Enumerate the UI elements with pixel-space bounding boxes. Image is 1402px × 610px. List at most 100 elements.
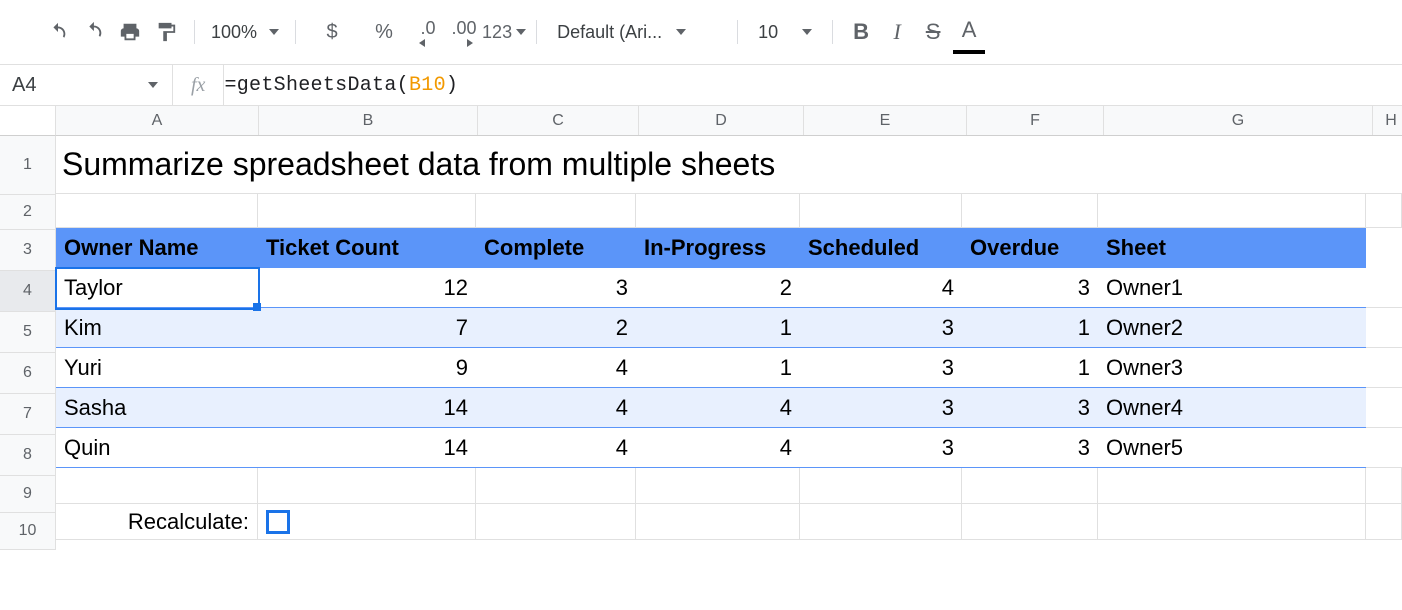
cell[interactable]: Kim	[56, 308, 258, 348]
number-format-dropdown[interactable]: 123	[482, 14, 526, 50]
cell[interactable]: 1	[962, 348, 1098, 388]
cell[interactable]: 3	[962, 268, 1098, 308]
row-header-2[interactable]: 2	[0, 195, 55, 230]
column-header-F[interactable]: F	[967, 106, 1104, 135]
cell[interactable]: Quin	[56, 428, 258, 468]
cell[interactable]	[1366, 194, 1402, 228]
cell[interactable]: 3	[962, 388, 1098, 428]
cell[interactable]: 3	[962, 428, 1098, 468]
cell[interactable]: 4	[800, 268, 962, 308]
cell[interactable]: 3	[800, 428, 962, 468]
cell[interactable]: 7	[258, 308, 476, 348]
cell[interactable]	[258, 504, 476, 540]
row-header-10[interactable]: 10	[0, 513, 55, 550]
cell[interactable]	[476, 504, 636, 540]
undo-button[interactable]	[40, 14, 76, 50]
cell[interactable]: 14	[258, 428, 476, 468]
cell[interactable]	[800, 504, 962, 540]
name-box[interactable]: A4	[0, 65, 172, 105]
row-header-3[interactable]: 3	[0, 230, 55, 271]
cell[interactable]	[636, 194, 800, 228]
cell[interactable]	[962, 504, 1098, 540]
table-header[interactable]: Complete	[476, 228, 636, 268]
cell[interactable]: 1	[636, 348, 800, 388]
row-header-5[interactable]: 5	[0, 312, 55, 353]
cell[interactable]	[1098, 504, 1366, 540]
cell[interactable]: 9	[258, 348, 476, 388]
cell[interactable]: 2	[476, 308, 636, 348]
cell[interactable]: 12	[258, 268, 476, 308]
increase-decimal-button[interactable]: .00	[446, 14, 482, 50]
text-color-button[interactable]: A	[951, 12, 987, 52]
cell[interactable]: 3	[476, 268, 636, 308]
column-header-B[interactable]: B	[259, 106, 478, 135]
cell[interactable]	[1366, 228, 1402, 268]
cell[interactable]: 1	[962, 308, 1098, 348]
cell[interactable]: Taylor	[56, 268, 258, 308]
column-header-H[interactable]: H	[1373, 106, 1402, 135]
row-header-1[interactable]: 1	[0, 136, 55, 195]
cell[interactable]: Yuri	[56, 348, 258, 388]
column-header-G[interactable]: G	[1104, 106, 1373, 135]
redo-button[interactable]	[76, 14, 112, 50]
cell[interactable]: 4	[636, 388, 800, 428]
cell[interactable]: Owner2	[1098, 308, 1366, 348]
cell[interactable]	[1366, 468, 1402, 504]
table-header[interactable]: Owner Name	[56, 228, 258, 268]
cell[interactable]	[800, 194, 962, 228]
cell[interactable]	[962, 468, 1098, 504]
table-header[interactable]: Scheduled	[800, 228, 962, 268]
font-size-dropdown[interactable]: 10	[748, 22, 822, 43]
cell[interactable]	[636, 468, 800, 504]
cell[interactable]: Owner3	[1098, 348, 1366, 388]
page-title[interactable]: Summarize spreadsheet data from multiple…	[56, 136, 1402, 194]
print-button[interactable]	[112, 14, 148, 50]
zoom-dropdown[interactable]: 100%	[205, 22, 285, 43]
cell[interactable]	[1366, 388, 1402, 428]
cell[interactable]	[56, 468, 258, 504]
italic-button[interactable]: I	[879, 14, 915, 50]
cell[interactable]	[476, 194, 636, 228]
cell[interactable]	[1366, 428, 1402, 468]
cell[interactable]	[1098, 468, 1366, 504]
cell[interactable]: 1	[636, 308, 800, 348]
decrease-decimal-button[interactable]: .0	[410, 14, 446, 50]
row-header-4[interactable]: 4	[0, 271, 55, 312]
cell[interactable]: 3	[800, 308, 962, 348]
cell[interactable]	[476, 468, 636, 504]
row-header-9[interactable]: 9	[0, 476, 55, 513]
cell[interactable]	[258, 194, 476, 228]
column-header-D[interactable]: D	[639, 106, 804, 135]
font-family-dropdown[interactable]: Default (Ari...	[547, 22, 727, 43]
cell[interactable]: 3	[800, 388, 962, 428]
column-header-E[interactable]: E	[804, 106, 967, 135]
cell[interactable]: 4	[476, 348, 636, 388]
cells-area[interactable]: Summarize spreadsheet data from multiple…	[56, 136, 1402, 550]
cell[interactable]: 4	[476, 388, 636, 428]
cell[interactable]	[1098, 194, 1366, 228]
percent-format-button[interactable]: %	[358, 14, 410, 50]
cell[interactable]: Owner4	[1098, 388, 1366, 428]
table-header[interactable]: In-Progress	[636, 228, 800, 268]
row-header-6[interactable]: 6	[0, 353, 55, 394]
cell[interactable]: 4	[636, 428, 800, 468]
column-header-C[interactable]: C	[478, 106, 639, 135]
cell[interactable]	[258, 468, 476, 504]
cell[interactable]	[962, 194, 1098, 228]
cell[interactable]: 14	[258, 388, 476, 428]
strikethrough-button[interactable]: S	[915, 14, 951, 50]
cell[interactable]	[1366, 504, 1402, 540]
column-header-A[interactable]: A	[56, 106, 259, 135]
cell[interactable]: Owner5	[1098, 428, 1366, 468]
row-header-8[interactable]: 8	[0, 435, 55, 476]
select-all-corner[interactable]	[0, 106, 56, 136]
cell[interactable]: 2	[636, 268, 800, 308]
cell[interactable]: Sasha	[56, 388, 258, 428]
paint-format-button[interactable]	[148, 14, 184, 50]
cell[interactable]	[56, 194, 258, 228]
row-header-7[interactable]: 7	[0, 394, 55, 435]
bold-button[interactable]: B	[843, 14, 879, 50]
cell[interactable]: 3	[800, 348, 962, 388]
table-header[interactable]: Sheet	[1098, 228, 1366, 268]
table-header[interactable]: Ticket Count	[258, 228, 476, 268]
